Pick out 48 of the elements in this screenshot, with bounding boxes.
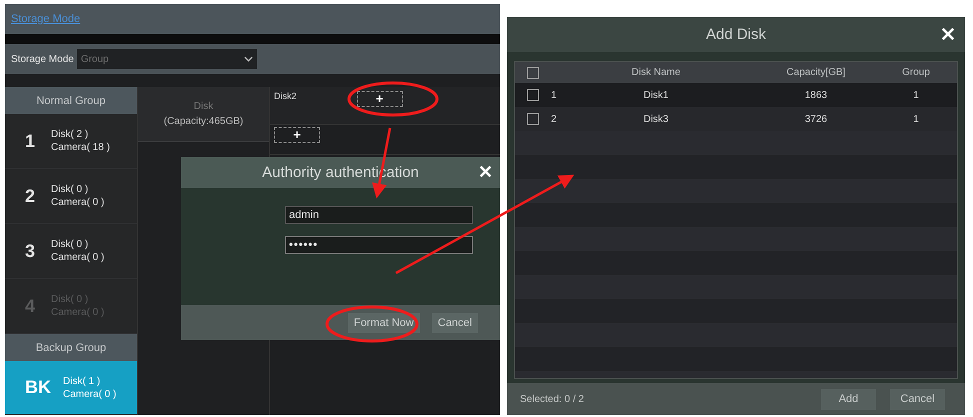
cancel-button[interactable]: Cancel	[432, 312, 478, 332]
table-cell-text: 1	[551, 90, 558, 100]
disk-capacity: (Capacity:465GB)	[164, 116, 244, 127]
add-disk-button[interactable]: +	[356, 91, 403, 107]
username-field[interactable]: admin	[285, 206, 473, 224]
window-title-link[interactable]: Storage Mode	[11, 13, 80, 25]
group-header: Backup Group	[5, 334, 137, 361]
group-number: 3	[25, 240, 36, 262]
checkbox[interactable]	[527, 66, 539, 78]
table-cell-text: 2	[551, 114, 558, 124]
cancel-button[interactable]: Cancel	[890, 388, 945, 410]
disk-count: Disk( 0 )	[51, 184, 90, 195]
camera-count: Camera( 0 )	[51, 252, 104, 263]
selected-count: Selected: 0 / 2	[520, 394, 584, 404]
table-cell-text: Disk3	[642, 114, 670, 124]
camera-count: Camera( 18 )	[51, 142, 110, 153]
password-field[interactable]: ••••••	[285, 236, 473, 254]
disk-count: Disk( 2 )	[51, 129, 90, 140]
column-header: Capacity[GB]	[786, 67, 846, 78]
table-cell-text: Disk1	[642, 90, 670, 100]
disk-count: Disk( 0 )	[51, 239, 90, 250]
camera-count: Camera( 0 )	[63, 388, 116, 400]
add-button[interactable]: Add	[821, 388, 876, 410]
column-header: Disk Name	[630, 67, 682, 78]
column-header: Group	[901, 67, 931, 78]
storage-mode-label: Storage Mode	[11, 54, 74, 64]
table-cell-text: 1863	[804, 90, 828, 100]
group-number: 1	[25, 130, 36, 152]
close-icon[interactable]	[941, 27, 955, 41]
add-disk-button[interactable]: +	[274, 127, 320, 143]
disk-name: Disk2	[274, 91, 297, 101]
close-icon[interactable]	[479, 165, 492, 178]
format-now-button[interactable]: Format Now	[348, 312, 420, 332]
dialog-title: Add Disk	[706, 26, 766, 43]
storage-mode-dropdown[interactable]: Group	[76, 49, 257, 69]
disk-count: Disk( 1 )	[63, 376, 102, 386]
table-cell-text: 1	[912, 114, 920, 124]
checkbox[interactable]	[527, 89, 539, 101]
disk-label: Disk	[194, 101, 214, 112]
table-cell-text: 1	[912, 90, 920, 100]
caret-icon	[244, 56, 253, 62]
group-header: Normal Group	[5, 87, 137, 114]
checkbox[interactable]	[527, 113, 539, 125]
camera-count: Camera( 0 )	[51, 197, 104, 208]
group-number: BK	[25, 377, 51, 398]
group-number: 2	[25, 186, 36, 206]
table-cell-text: 3726	[804, 114, 828, 124]
group-item[interactable]: BK Disk( 1 ) Camera( 0 )	[5, 361, 137, 415]
